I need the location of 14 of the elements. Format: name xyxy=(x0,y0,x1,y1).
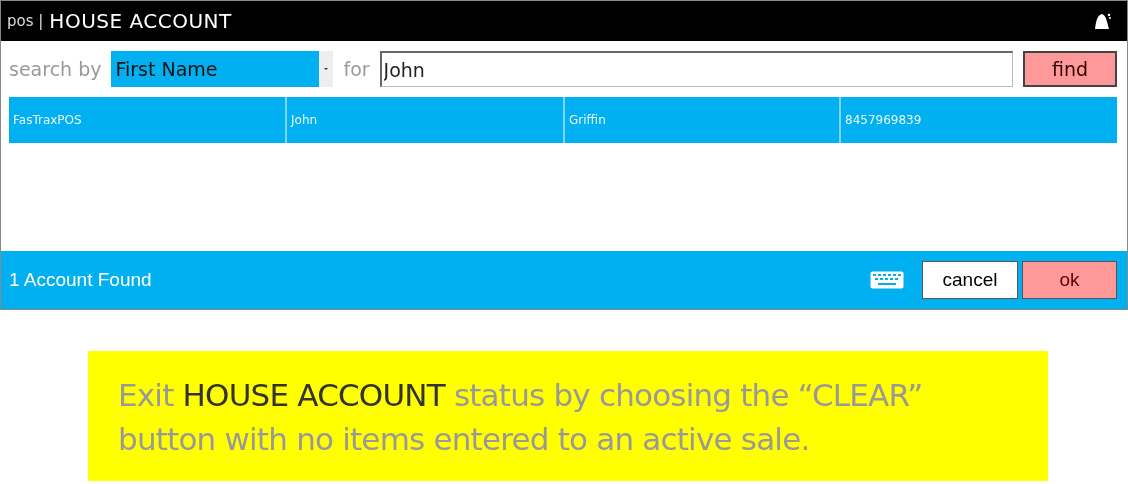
cancel-button[interactable]: cancel xyxy=(922,261,1018,299)
caret-icon xyxy=(323,67,330,71)
app-name: pos | xyxy=(7,12,44,30)
search-by-label: search by xyxy=(9,58,102,80)
find-button[interactable]: find xyxy=(1023,51,1117,87)
table-cell: John xyxy=(287,97,565,143)
table-cell: FasTraxPOS xyxy=(9,97,287,143)
table-cell-text: 8457969839 xyxy=(844,112,923,129)
table-cell: Griffin xyxy=(565,97,841,143)
status-text: 1 Account Found xyxy=(9,269,152,291)
for-label: for xyxy=(343,58,370,80)
window-title: HOUSE ACCOUNT xyxy=(49,9,232,33)
caption-text: Exit HOUSE ACCOUNT status by choosing the “CLEAR” button with no items entered to an active sale. xyxy=(88,351,1048,481)
ok-button[interactable]: ok xyxy=(1022,261,1117,299)
